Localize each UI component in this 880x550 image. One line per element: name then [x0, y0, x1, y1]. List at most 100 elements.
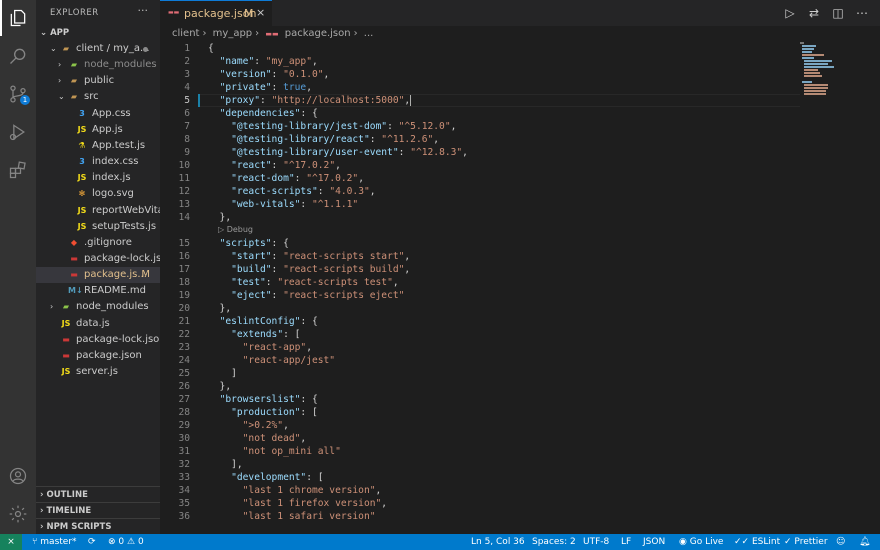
open-changes-icon[interactable]: ⇄ — [806, 5, 822, 21]
code-line: 30 "not dead", — [160, 432, 800, 445]
explorer-more-actions[interactable]: ··· — [138, 4, 149, 17]
tree-file[interactable]: ✻ logo.svg — [36, 186, 160, 202]
breadcrumb: client › my_app › ▬▬ package.json › ... — [172, 28, 376, 42]
line-code: "react": "^17.0.2", — [231, 160, 341, 171]
extensions-icon[interactable] — [0, 152, 36, 188]
settings-gear-icon[interactable] — [0, 496, 36, 532]
debug-codelens[interactable]: ▷ Debug — [218, 225, 253, 234]
folder-icon: ▰ — [70, 76, 78, 86]
line-code: }, — [208, 212, 232, 223]
code-line: 12 "react-scripts": "4.0.3", — [160, 185, 800, 198]
line-number: 29 — [178, 420, 190, 431]
code-line: 9 "@testing-library/user-event": "^12.8.… — [160, 146, 800, 159]
tree-file[interactable]: 3 App.css — [36, 106, 160, 122]
tree-file[interactable]: ▬ package.js... M — [36, 267, 160, 284]
cursor-position[interactable]: Ln 5, Col 36 — [471, 534, 525, 550]
close-icon[interactable]: × — [256, 6, 265, 19]
go-live-button[interactable]: ◉ Go Live — [679, 534, 723, 550]
tree-file[interactable]: JS reportWebVita... — [36, 203, 160, 219]
encoding[interactable]: UTF-8 — [583, 534, 609, 550]
npm-scripts-label: NPM SCRIPTS — [46, 522, 112, 532]
line-number: 2 — [184, 56, 190, 67]
workspace-section-app[interactable]: ⌄ APP — [36, 25, 160, 41]
npm-scripts-section[interactable]: › NPM SCRIPTS — [36, 518, 160, 534]
notifications-bell-icon[interactable]: 🔔︎ — [859, 534, 870, 550]
tree-file[interactable]: JS server.js — [36, 364, 160, 380]
line-code: "proxy": "http://localhost:5000", — [219, 94, 412, 106]
eslint-status[interactable]: ✓✓ ESLint — [734, 534, 780, 550]
more-actions-icon[interactable]: ⋯ — [854, 5, 870, 21]
sync-icon[interactable]: ⟳ — [88, 534, 96, 550]
prettier-status[interactable]: ✓ Prettier — [784, 534, 828, 550]
line-number: 3 — [184, 69, 190, 80]
changes-dot — [143, 47, 148, 52]
split-editor-icon[interactable]: ◫ — [830, 5, 846, 21]
code-line: 19 "eject": "react-scripts eject" — [160, 289, 800, 302]
tree-folder[interactable]: ⌄ ▰ client / my_a... — [36, 41, 160, 57]
remote-icon: ⨯ — [7, 537, 15, 547]
feedback-icon[interactable]: ☺ — [836, 534, 845, 550]
tree-file[interactable]: M↓ README.md — [36, 283, 160, 299]
md-icon: M↓ — [68, 286, 83, 296]
run-debug-icon[interactable] — [0, 114, 36, 150]
tree-file[interactable]: JS App.js — [36, 122, 160, 138]
code-editor[interactable]: 1{2 "name": "my_app", 3 "version": "0.1.0… — [160, 42, 800, 534]
tree-file[interactable]: JS index.js — [36, 170, 160, 186]
check-double-icon: ✓✓ — [734, 537, 750, 547]
minimap[interactable] — [800, 42, 870, 102]
account-icon[interactable] — [0, 458, 36, 494]
breadcrumb-item-my-app[interactable]: my_app — [213, 28, 252, 39]
tree-file[interactable]: JS data.js — [36, 316, 160, 332]
code-line: 31 "not op_mini all" — [160, 445, 800, 458]
tree-item-label: package-lock.js... — [84, 252, 160, 264]
language-mode[interactable]: JSON — [643, 534, 665, 550]
check-icon: ✓ — [784, 537, 792, 547]
tab-package-json[interactable]: ▬▬ package.json M × — [160, 0, 272, 26]
line-code: "eject": "react-scripts eject" — [231, 290, 405, 301]
line-code: "extends": [ — [231, 329, 301, 340]
tree-folder[interactable]: › ▰ public — [36, 73, 160, 89]
tree-item-label: App.test.js — [92, 139, 146, 151]
end-of-line[interactable]: LF — [621, 534, 631, 550]
line-number: 24 — [178, 355, 190, 366]
tree-file[interactable]: 3 index.css — [36, 154, 160, 170]
line-code: "not op_mini all" — [242, 446, 341, 457]
line-code: "private": true, — [219, 82, 312, 93]
tree-folder[interactable]: › ▰ node_modules — [36, 57, 160, 73]
tree-file[interactable]: ▬ package.json — [36, 348, 160, 364]
tree-folder[interactable]: › ▰ node_modules — [36, 299, 160, 315]
explorer-icon[interactable] — [0, 0, 36, 36]
source-control-icon[interactable] — [0, 76, 36, 112]
remote-indicator[interactable]: ⨯ — [0, 534, 22, 550]
branch-indicator[interactable]: ⑂ master* — [32, 534, 77, 550]
timeline-section[interactable]: › TIMELINE — [36, 502, 160, 518]
line-number: 6 — [184, 108, 190, 119]
problems-indicator[interactable]: ⊗ 0 ⚠ 0 — [108, 534, 144, 550]
branch-name: master* — [40, 537, 77, 547]
tree-item-label: src — [84, 91, 99, 103]
error-count: 0 — [118, 537, 125, 547]
run-icon[interactable]: ▷ — [782, 5, 798, 21]
tree-file[interactable]: ◆ .gitignore — [36, 235, 160, 251]
breadcrumb-item-client[interactable]: client — [172, 28, 199, 39]
search-icon[interactable] — [0, 38, 36, 74]
tree-folder[interactable]: ⌄ ▰ src — [36, 89, 160, 105]
indentation[interactable]: Spaces: 2 — [532, 534, 576, 550]
code-line: 6 "dependencies": { — [160, 107, 800, 120]
tree-file[interactable]: JS setupTests.js — [36, 219, 160, 235]
outline-section[interactable]: › OUTLINE — [36, 486, 160, 502]
npm-icon: ▬ — [70, 253, 78, 263]
line-number: 21 — [178, 316, 190, 327]
breadcrumb-item-symbols[interactable]: ... — [364, 28, 374, 39]
tree-file[interactable]: ⚗ App.test.js — [36, 138, 160, 154]
code-line: 2 "name": "my_app", — [160, 55, 800, 68]
tree-file[interactable]: ▬ package-lock.js... — [36, 251, 160, 267]
breadcrumb-item-package-json[interactable]: package.json — [285, 28, 351, 39]
warning-icon: ⚠ — [127, 537, 136, 547]
code-line: 17 "build": "react-scripts build", — [160, 263, 800, 276]
css-icon: 3 — [79, 157, 85, 167]
line-number: 18 — [178, 277, 190, 288]
modified-indicator: M — [141, 269, 150, 281]
code-line: 1{ — [160, 42, 800, 55]
tree-file[interactable]: ▬ package-lock.json — [36, 332, 160, 348]
